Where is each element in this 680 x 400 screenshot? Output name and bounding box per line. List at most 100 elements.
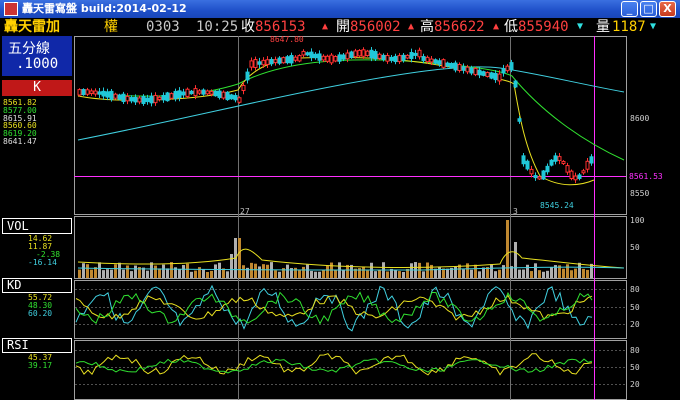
candle-body bbox=[125, 95, 130, 102]
candle-body bbox=[221, 91, 226, 99]
candle-body bbox=[105, 91, 110, 98]
candle-body bbox=[213, 90, 218, 97]
volume-bar bbox=[570, 270, 573, 278]
volume-bar bbox=[522, 269, 525, 278]
volume-bar bbox=[210, 270, 213, 278]
volume-bar bbox=[122, 269, 125, 278]
candle-body bbox=[501, 68, 506, 74]
volume-bar bbox=[238, 238, 241, 278]
volume-bar bbox=[582, 268, 585, 278]
volume-bar bbox=[110, 269, 113, 278]
kd-tick: 50 bbox=[630, 303, 640, 312]
candle-body bbox=[273, 59, 278, 64]
candle-body bbox=[97, 91, 102, 95]
candle-body bbox=[293, 56, 298, 61]
rsi-tick: 80 bbox=[630, 346, 640, 355]
candle-body bbox=[333, 56, 338, 62]
volume-bar bbox=[578, 262, 581, 278]
candle-body bbox=[265, 59, 270, 65]
candle-body bbox=[561, 160, 566, 165]
candle-body bbox=[217, 90, 222, 98]
candle-body bbox=[113, 93, 118, 99]
candle-body bbox=[573, 175, 578, 181]
candle-body bbox=[449, 63, 454, 68]
candle-body bbox=[389, 56, 394, 61]
volume-bar bbox=[518, 269, 521, 278]
candle-body bbox=[429, 58, 434, 63]
volume-bar bbox=[586, 269, 589, 278]
chart-area[interactable]: 27 3 8600 8550 8561.53 8647.80 8545.24 1… bbox=[0, 0, 680, 400]
candle-body bbox=[109, 90, 114, 100]
volume-bar bbox=[206, 271, 209, 278]
volume-bar bbox=[462, 269, 465, 278]
candle-body bbox=[309, 51, 314, 58]
rsi-tick: 50 bbox=[630, 363, 640, 372]
current-price-label: 8561.53 bbox=[629, 172, 663, 181]
kd-k-line bbox=[75, 284, 593, 332]
candle-body bbox=[581, 170, 586, 174]
candle-body bbox=[489, 72, 494, 79]
candle-body bbox=[81, 89, 86, 96]
candle-body bbox=[329, 54, 334, 64]
candle-body bbox=[133, 96, 138, 103]
candle-body bbox=[269, 58, 274, 65]
candle-body bbox=[413, 52, 418, 56]
volume-bar bbox=[254, 263, 257, 278]
volume-bar bbox=[186, 263, 189, 278]
candle-body bbox=[349, 51, 354, 58]
volume-bar bbox=[542, 271, 545, 278]
candle-body bbox=[157, 96, 162, 100]
volume-bar bbox=[130, 271, 133, 278]
volume-bar bbox=[494, 271, 497, 278]
candle-body bbox=[185, 88, 190, 97]
candle-body bbox=[169, 93, 174, 99]
volume-bar bbox=[470, 269, 473, 278]
candle-body bbox=[541, 170, 546, 180]
ma-long-line bbox=[77, 66, 625, 141]
candle-body bbox=[261, 59, 266, 66]
candle-body bbox=[317, 53, 322, 61]
candle-body bbox=[589, 156, 594, 164]
candle-body bbox=[585, 160, 590, 170]
volume-bar bbox=[190, 271, 193, 278]
candle-body bbox=[357, 49, 362, 57]
volume-bar bbox=[230, 254, 233, 278]
candle-body bbox=[225, 91, 230, 101]
candle-body bbox=[457, 63, 462, 72]
volume-bar bbox=[178, 269, 181, 278]
volume-bar bbox=[154, 265, 157, 278]
candle-body bbox=[353, 50, 358, 58]
candle-body bbox=[545, 165, 550, 173]
volume-bar bbox=[166, 268, 169, 278]
volume-bar bbox=[198, 267, 201, 278]
candle-body bbox=[549, 159, 554, 166]
candle-body bbox=[145, 97, 150, 103]
vol-tick: 50 bbox=[630, 243, 640, 252]
candle-body bbox=[513, 80, 518, 88]
candle-body bbox=[529, 168, 534, 175]
volume-bar bbox=[506, 220, 509, 278]
candle-body bbox=[433, 59, 438, 64]
candle-body bbox=[297, 55, 302, 62]
volume-bar bbox=[82, 263, 85, 278]
volume-bar bbox=[314, 271, 317, 278]
candle-body bbox=[441, 59, 446, 68]
candle-body bbox=[253, 59, 258, 68]
high-mark-label: 8647.80 bbox=[270, 35, 304, 44]
volume-bar bbox=[378, 269, 381, 278]
volume-bar bbox=[394, 269, 397, 278]
volume-bar bbox=[86, 264, 89, 278]
volume-bar bbox=[562, 268, 565, 278]
volume-bar bbox=[574, 268, 577, 278]
candle-body bbox=[205, 90, 210, 95]
candle-body bbox=[165, 92, 170, 102]
volume-bar bbox=[474, 264, 477, 278]
volume-bar bbox=[114, 264, 117, 278]
price-tick: 8600 bbox=[630, 114, 649, 123]
volume-bar bbox=[182, 265, 185, 278]
candle-body bbox=[477, 69, 482, 76]
volume-bar bbox=[402, 271, 405, 278]
candle-body bbox=[397, 55, 402, 63]
candle-body bbox=[149, 95, 154, 104]
volume-bar bbox=[134, 265, 137, 278]
